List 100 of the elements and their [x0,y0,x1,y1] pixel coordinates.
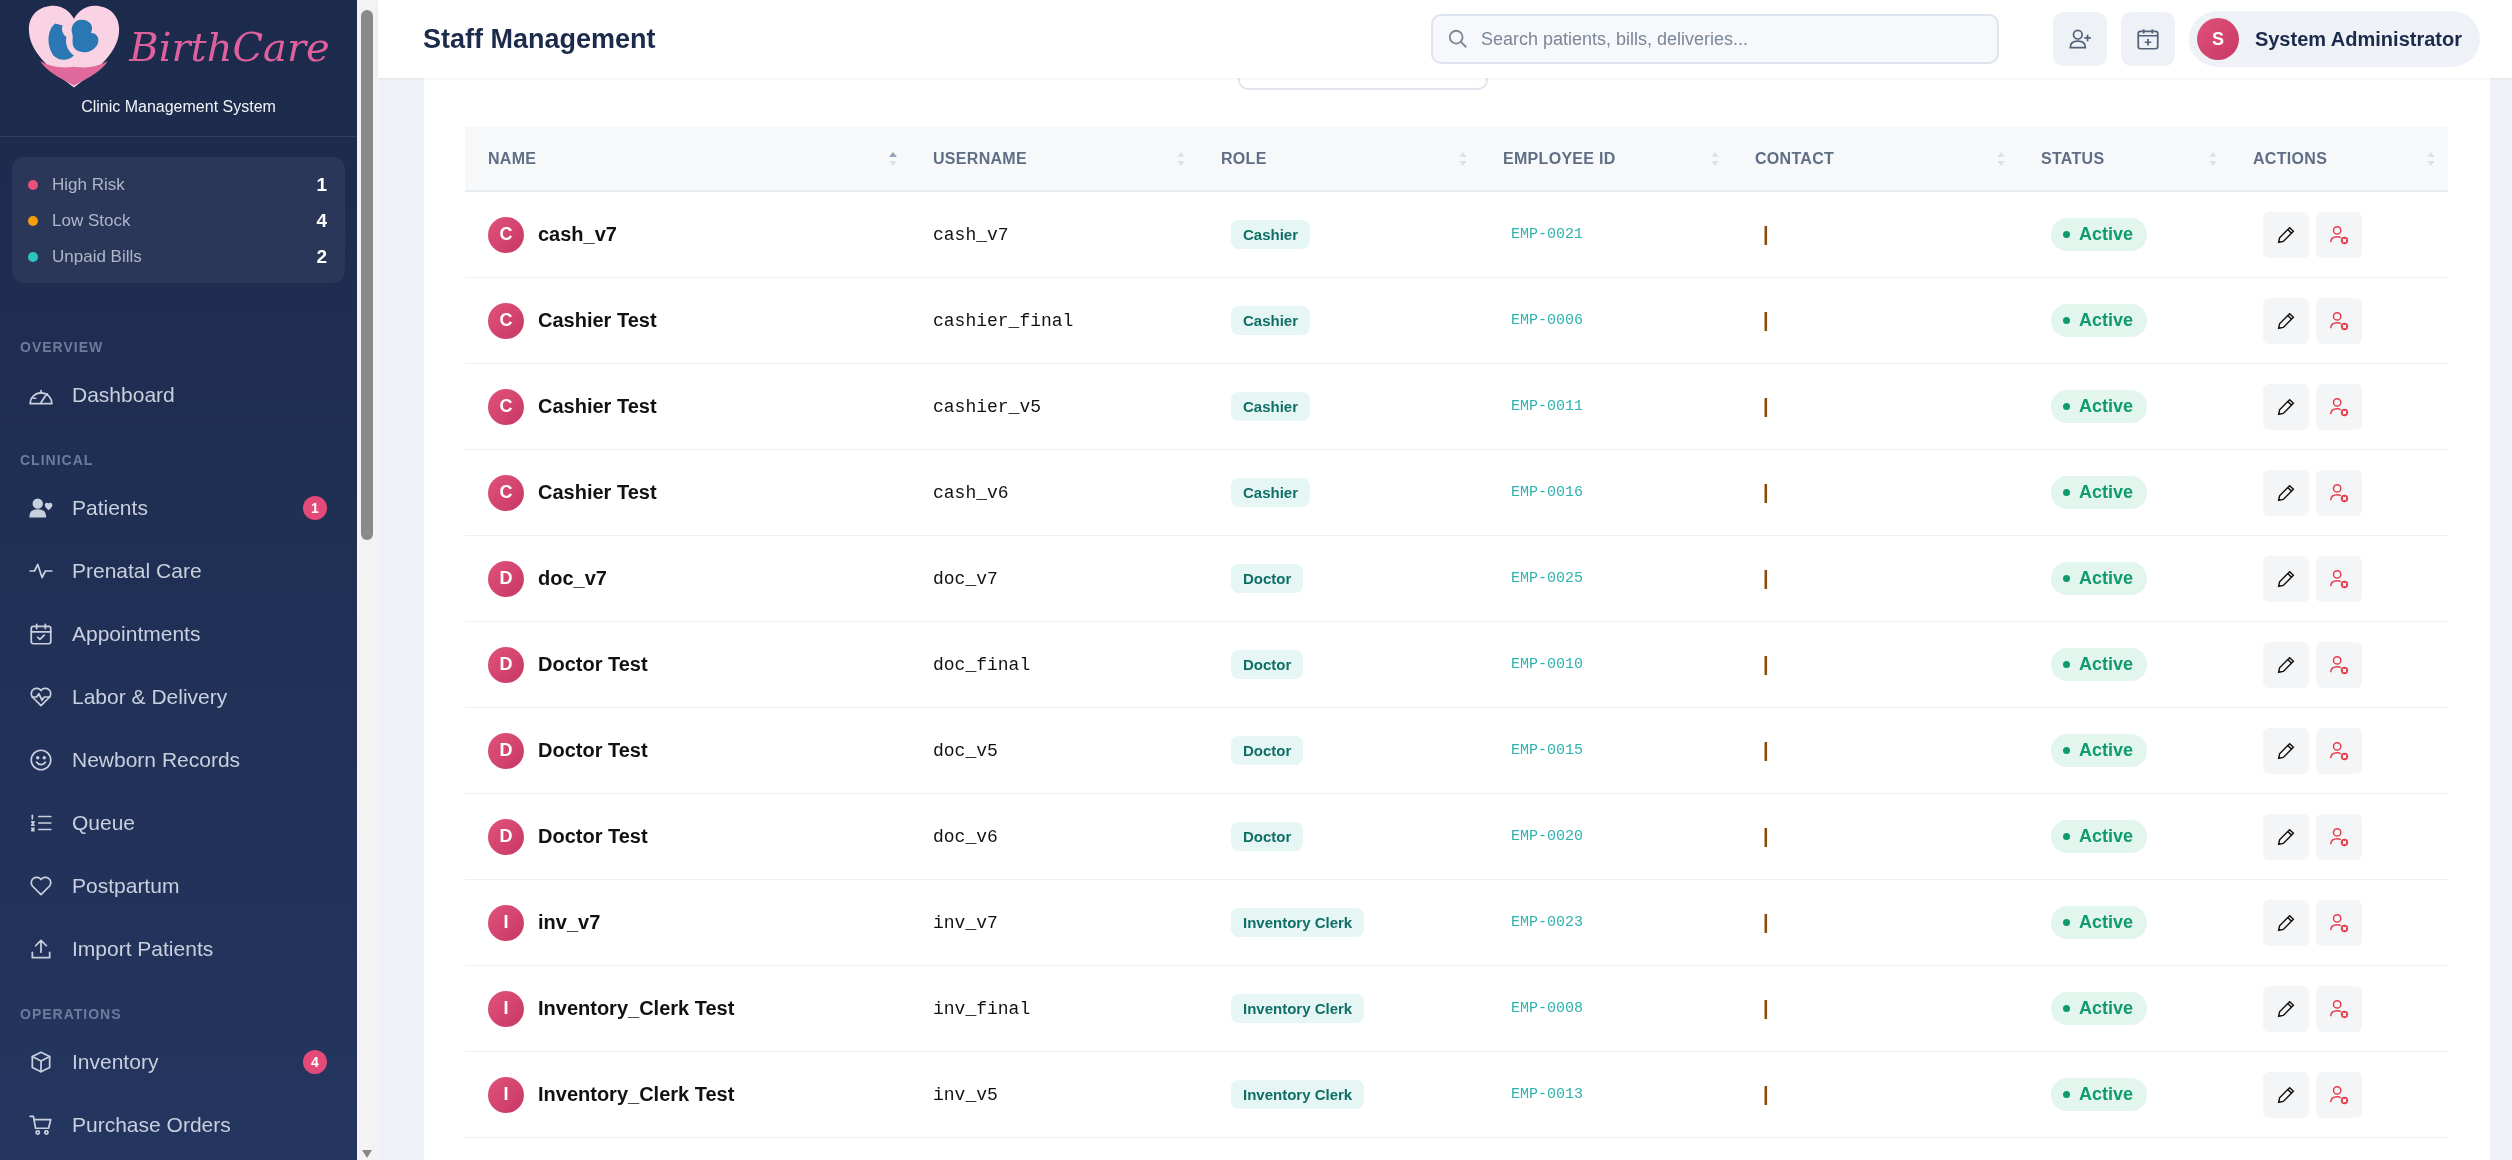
avatar: D [488,732,524,769]
employee-id: EMP-0023 [1511,914,1583,931]
column-header[interactable]: ACTIONS [2253,149,2328,168]
edit-button[interactable] [2263,813,2309,860]
user-menu[interactable]: S System Administrator [2188,11,2480,67]
avatar: I [488,990,524,1027]
contact-text: | [1763,653,1769,676]
username: cashier_v5 [933,396,1042,417]
staff-name: cash_v7 [538,223,617,246]
deactivate-button[interactable] [2316,1071,2362,1118]
staff-name: doc_v7 [538,567,607,590]
staff-name: Inventory_Clerk Test [538,1083,735,1106]
count-badge: 1 [303,495,327,520]
edit-button[interactable] [2263,1071,2309,1118]
deactivate-button[interactable] [2316,641,2362,688]
search-field[interactable]: Search patients, bills, deliveries... [1430,14,1999,64]
status-badge: Active [2051,218,2148,251]
nav-item[interactable]: Newborn Records [0,728,357,791]
employee-id: EMP-0015 [1511,742,1583,759]
deactivate-button[interactable] [2316,555,2362,602]
alert-label[interactable]: Low Stock [52,211,317,231]
deactivate-button[interactable] [2316,899,2362,946]
edit-button[interactable] [2263,383,2309,430]
column-header[interactable]: USERNAME [933,149,1027,168]
nav-item[interactable]: Appointments [0,602,357,665]
staff-name: Cashier Test [538,395,657,418]
nav-item[interactable]: Prenatal Care [0,539,357,602]
edit-button[interactable] [2263,469,2309,516]
nav-item[interactable]: Inventory 4 [0,1030,357,1093]
scrollbar-thumb[interactable] [361,10,373,540]
contact-text: | [1763,567,1769,590]
column-header[interactable]: EMPLOYEE ID [1503,149,1616,168]
deactivate-button[interactable] [2316,469,2362,516]
staff-name: Doctor Test [538,739,648,762]
smiley-icon [28,746,54,773]
role-badge: Doctor [1231,650,1304,679]
edit-button[interactable] [2263,727,2309,774]
alert-label[interactable]: High Risk [52,175,317,195]
avatar: I [488,1076,524,1113]
deactivate-button[interactable] [2316,211,2362,258]
deactivate-button[interactable] [2316,813,2362,860]
role-badge: Cashier [1231,306,1311,335]
staff-name: Cashier Test [538,481,657,504]
count-badge: 4 [303,1049,327,1074]
employee-id: EMP-0011 [1511,398,1583,415]
edit-button[interactable] [2263,899,2309,946]
add-appointment-button[interactable] [2120,12,2175,66]
username: cash_v6 [933,482,1009,503]
nav-item[interactable]: Dashboard [0,363,357,426]
column-header[interactable]: STATUS [2041,149,2105,168]
edit-button[interactable] [2263,211,2309,258]
username: inv_final [933,998,1031,1019]
username: cash_v7 [933,224,1009,245]
section-label: CLINICAL [19,451,95,470]
username: doc_v6 [933,826,998,847]
staff-name: Doctor Test [538,653,648,676]
nav-item[interactable]: Postpartum [0,854,357,917]
staff-name: Doctor Test [538,825,648,848]
status-badge: Active [2051,734,2148,767]
deactivate-button[interactable] [2316,297,2362,344]
nav-item[interactable]: Labor & Delivery [0,665,357,728]
remove-user-icon [2328,309,2350,332]
sort-icon[interactable] [888,150,898,167]
employee-id: EMP-0010 [1511,656,1583,673]
employee-id: EMP-0025 [1511,570,1583,587]
nav-item[interactable]: Purchase Orders [0,1093,357,1156]
remove-user-icon [2328,1083,2350,1106]
deactivate-button[interactable] [2316,985,2362,1032]
edit-button[interactable] [2263,985,2309,1032]
deactivate-button[interactable] [2316,383,2362,430]
column-header[interactable]: ROLE [1221,149,1267,168]
scrollbar[interactable] [357,0,378,1160]
contact-text: | [1763,395,1769,418]
page-title: Staff Management [423,23,657,55]
username: doc_final [933,654,1031,675]
alert-count: 1 [316,174,327,196]
calendar-check-icon [28,620,54,647]
brand-name: BirthCare [129,24,330,70]
remove-user-icon [2328,739,2350,762]
nav-item[interactable]: Patients 1 [0,476,357,539]
remove-user-icon [2328,481,2350,504]
user-name: System Administrator [2254,27,2462,51]
employee-id: EMP-0016 [1511,484,1583,501]
nav-item[interactable]: Import Patients [0,917,357,980]
add-user-button[interactable] [2052,12,2107,66]
edit-button[interactable] [2263,555,2309,602]
scroll-down-icon[interactable] [362,1150,372,1158]
deactivate-button[interactable] [2316,727,2362,774]
edit-button[interactable] [2263,297,2309,344]
alert-count: 2 [316,246,327,268]
filter-field[interactable] [1238,78,1488,90]
nav-item[interactable]: Queue [0,791,357,854]
alert-label[interactable]: Unpaid Bills [52,247,317,267]
username: cashier_final [933,310,1074,331]
contact-text: | [1763,997,1769,1020]
edit-button[interactable] [2263,641,2309,688]
column-header[interactable]: CONTACT [1755,149,1835,168]
staff-name: inv_v7 [538,911,601,934]
column-header[interactable]: NAME [488,149,537,168]
brand-subtitle: Clinic Management System [81,98,276,116]
